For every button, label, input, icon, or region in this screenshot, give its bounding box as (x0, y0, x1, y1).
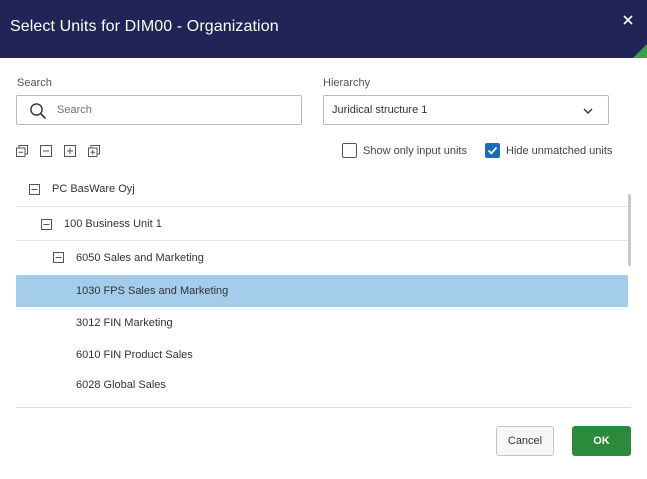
unit-tree: PC BasWare Oyj 100 Business Unit 1 6050 … (16, 172, 631, 408)
collapse-icon[interactable] (40, 145, 52, 157)
checkmark-icon (487, 146, 498, 155)
tree-node-label: 6028 Global Sales (76, 379, 166, 391)
show-only-input-units-label: Show only input units (363, 145, 467, 157)
tree-node-label: PC BasWare Oyj (52, 183, 135, 195)
expand-all-icon[interactable] (88, 145, 100, 157)
hierarchy-selected-value: Juridical structure 1 (332, 104, 428, 116)
show-only-input-units-checkbox[interactable] (342, 143, 357, 158)
tree-node-label: 6010 FIN Product Sales (76, 349, 193, 361)
hierarchy-select[interactable]: Juridical structure 1 (323, 95, 609, 125)
collapse-node-icon[interactable] (29, 184, 40, 195)
hide-unmatched-units-label: Hide unmatched units (506, 145, 613, 157)
hide-unmatched-units-checkbox[interactable] (485, 143, 500, 158)
cancel-button[interactable]: Cancel (496, 426, 554, 456)
dialog-header: Select Units for DIM00 - Organization (0, 0, 647, 58)
hierarchy-label: Hierarchy (323, 77, 371, 89)
collapse-node-icon[interactable] (53, 252, 64, 263)
tree-node-label: 3012 FIN Marketing (76, 317, 173, 329)
close-button[interactable] (618, 10, 638, 30)
expand-icon[interactable] (64, 145, 76, 157)
tree-node[interactable]: 6028 Global Sales (16, 371, 628, 401)
tree-node[interactable]: 100 Business Unit 1 (16, 207, 628, 241)
ok-button[interactable]: OK (572, 426, 631, 456)
tree-node-label: 6050 Sales and Marketing (76, 252, 204, 264)
collapse-node-icon[interactable] (41, 219, 52, 230)
search-label: Search (17, 77, 52, 89)
tree-node-selected[interactable]: 1030 FPS Sales and Marketing (16, 275, 628, 307)
tree-node-label: 100 Business Unit 1 (64, 218, 162, 230)
chevron-down-icon (583, 108, 593, 114)
tree-scrollbar[interactable] (628, 194, 631, 266)
search-icon (30, 103, 46, 119)
corner-accent (633, 44, 647, 58)
tree-node[interactable]: 6050 Sales and Marketing (16, 241, 628, 275)
tree-node[interactable]: 3012 FIN Marketing (16, 307, 628, 339)
search-input[interactable] (57, 100, 297, 120)
dialog-title: Select Units for DIM00 - Organization (10, 18, 279, 35)
tree-node[interactable]: 6010 FIN Product Sales (16, 339, 628, 371)
tree-node-label: 1030 FPS Sales and Marketing (76, 285, 229, 297)
search-field[interactable] (16, 95, 302, 125)
collapse-all-icon[interactable] (16, 145, 28, 157)
tree-node[interactable]: PC BasWare Oyj (16, 172, 628, 207)
close-icon[interactable] (623, 15, 633, 25)
